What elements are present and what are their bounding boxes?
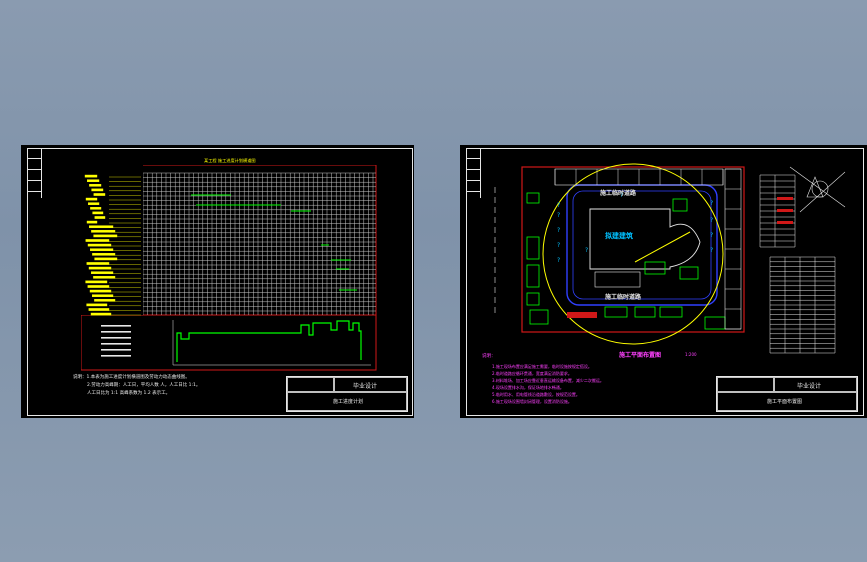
title-block-right: 毕业设计 施工平面布置图 <box>716 376 858 412</box>
question-mark: ? <box>557 227 560 234</box>
notes-header: 说明： <box>482 354 496 359</box>
plan-title: 施工平面布置图 <box>619 352 662 359</box>
gantt-schedule <box>81 165 377 371</box>
road-label-bottom: 施工临时道路 <box>605 294 642 301</box>
plan-note: 4.现场设置排水沟，保证场地排水畅通。 <box>492 385 564 390</box>
question-mark: ? <box>557 212 560 219</box>
schedule-note-1: 说明：1.本表为施工进度计划横道图及劳动力动态曲线图。 <box>73 375 190 380</box>
question-mark: ? <box>557 257 560 264</box>
plan-note: 2.临时道路应循环贯通，宽度满足消防要求。 <box>492 371 572 376</box>
question-mark: ? <box>557 202 560 209</box>
question-mark: ? <box>585 247 588 254</box>
schedule-title: 某工程 施工进度计划横道图 <box>204 158 256 163</box>
drawing-sheet-site-plan[interactable]: ??????????? 施工临时道路 施工临时道路 拟建建筑 施工平面布置图 1… <box>460 145 867 418</box>
drawing-name: 施工平面布置图 <box>767 399 803 405</box>
plan-scale: 1:200 <box>685 352 697 357</box>
design-name: 毕业设计 <box>797 383 822 390</box>
title-block-left: 毕业设计 施工进度计划 <box>286 376 408 412</box>
question-mark: ? <box>710 200 713 207</box>
question-mark: ? <box>557 242 560 249</box>
site-plan: ??????????? <box>494 163 846 354</box>
design-name: 毕业设计 <box>353 383 378 390</box>
plan-note: 6.施工现场设围墙封闭管理，设置消防设施。 <box>492 399 572 404</box>
plan-note: 1.施工现场布置应满足施工需要，临时设施按规定搭设。 <box>492 364 592 369</box>
drawing-name: 施工进度计划 <box>333 399 364 405</box>
drawing-sheet-schedule[interactable]: 某工程 施工进度计划横道图 说明：1.本表为施工进度计划横道图及劳动力动态曲线图… <box>21 145 414 418</box>
binding-margin <box>27 148 42 198</box>
binding-margin <box>466 148 481 198</box>
building-label: 拟建建筑 <box>605 232 633 240</box>
plan-note: 5.临时用水、用电管线沿道路敷设，按规范设置。 <box>492 392 580 397</box>
schedule-note-3: 人工日比为 1:1 高峰系数为 1.2 表示工。 <box>87 391 171 396</box>
schedule-note-2: 2.劳动力高峰期：人工日，平均人数 人，人工日比 1:1。 <box>87 383 201 388</box>
question-mark: ? <box>710 232 713 239</box>
plan-note: 3.材料堆场、加工场应靠近垂直运输设备布置，减少二次搬运。 <box>492 378 604 383</box>
question-mark: ? <box>710 217 713 224</box>
question-mark: ? <box>710 247 713 254</box>
road-label-top: 施工临时道路 <box>600 190 637 197</box>
